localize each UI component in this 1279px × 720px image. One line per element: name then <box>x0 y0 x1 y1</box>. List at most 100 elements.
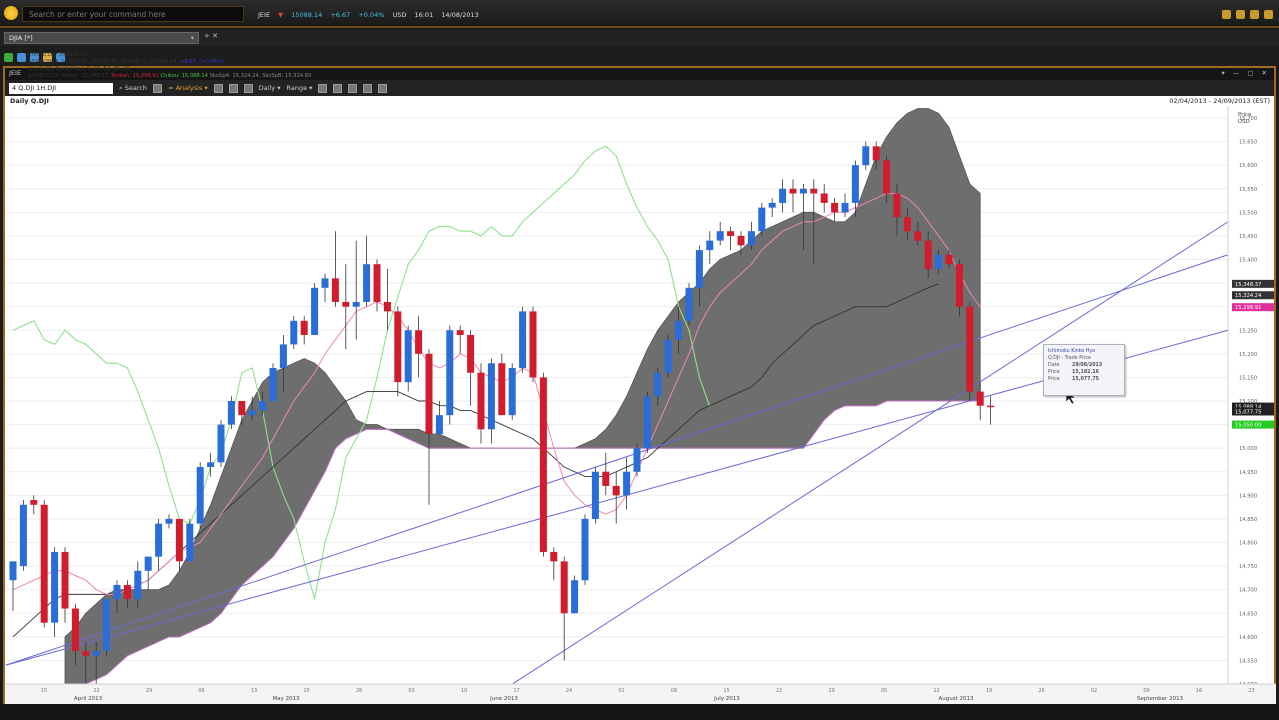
day-tick-label: 06 <box>198 688 204 694</box>
day-tick-label: 16 <box>1196 688 1202 694</box>
candle-body <box>165 518 173 524</box>
candle-body <box>259 401 267 411</box>
candle-body <box>342 301 350 307</box>
tooltip-row: Price 15,077.75 <box>1048 376 1120 383</box>
candle-body <box>623 471 631 496</box>
tooltip-key: Price <box>1048 370 1060 375</box>
candle-body <box>248 410 256 416</box>
candle-body <box>914 231 922 241</box>
price-tick-label: 15,600 <box>1239 163 1257 169</box>
price-tick-label: 14,550 <box>1239 658 1257 664</box>
candle-body <box>134 570 142 600</box>
candle-body <box>82 650 90 656</box>
day-tick-label: 19 <box>986 688 992 694</box>
candle-body <box>924 240 932 269</box>
candle-body <box>383 301 391 312</box>
tooltip-subtitle: Q.DJI - Trade Price <box>1048 356 1091 361</box>
candle-body <box>633 448 641 472</box>
tooltip-value: 15,182.16 <box>1072 370 1100 375</box>
candle-body <box>103 599 111 651</box>
month-label: July 2013 <box>713 696 740 702</box>
price-tag-label: 15,348.37 <box>1235 282 1261 288</box>
candle-body <box>903 217 911 232</box>
price-tick-label: 14,650 <box>1239 611 1257 617</box>
price-tag-label: 15,324.24 <box>1235 293 1262 299</box>
price-tick-label: 15,400 <box>1239 258 1257 264</box>
tooltip-value: 28/08/2013 <box>1072 363 1103 368</box>
month-label: May 2013 <box>272 696 300 702</box>
tooltip-row: Date 28/08/2013 <box>1048 362 1120 369</box>
candle-body <box>550 551 558 562</box>
candle-body <box>321 278 329 288</box>
candle-body <box>92 650 100 656</box>
day-tick-label: 08 <box>671 688 677 694</box>
price-tick-label: 15,450 <box>1239 234 1257 240</box>
day-tick-label: 29 <box>146 688 152 694</box>
day-tick-label: 28 <box>356 688 362 694</box>
day-tick-label: 17 <box>513 688 519 694</box>
candle-body <box>487 363 495 430</box>
candle-body <box>363 264 371 302</box>
month-label: April 2013 <box>74 696 103 702</box>
candle-body <box>643 396 651 449</box>
day-tick-label: 26 <box>1038 688 1044 694</box>
candle-body <box>456 330 464 335</box>
day-tick-label: 15 <box>723 688 729 694</box>
day-tick-label: 12 <box>933 688 939 694</box>
month-label: August 2013 <box>939 696 974 702</box>
candle-body <box>300 320 308 335</box>
candle-body <box>758 207 766 232</box>
price-tick-label: 14,850 <box>1239 517 1257 523</box>
price-tick-label: 14,700 <box>1239 588 1257 594</box>
candle-body <box>186 523 194 562</box>
price-tick-label: 15,500 <box>1239 210 1257 216</box>
day-tick-label: 03 <box>408 688 414 694</box>
price-tick-label: 14,950 <box>1239 470 1257 476</box>
candle-body <box>425 353 433 435</box>
day-tick-label: 22 <box>776 688 782 694</box>
candle-body <box>685 287 693 321</box>
candle-body <box>61 551 69 609</box>
day-tick-label: 24 <box>566 688 572 694</box>
price-tick-label: 14,900 <box>1239 493 1257 499</box>
candle-body <box>196 467 204 524</box>
candle-body <box>581 518 589 581</box>
candle-body <box>529 311 537 378</box>
day-tick-label: 23 <box>1248 688 1254 694</box>
candle-body <box>477 372 485 430</box>
candle-body <box>612 485 620 496</box>
candle-body <box>789 188 797 194</box>
candle-body <box>123 584 131 600</box>
candle-body <box>373 264 381 302</box>
candle-body <box>30 500 38 505</box>
candle-body <box>851 165 859 203</box>
day-tick-label: 01 <box>618 688 624 694</box>
day-tick-label: 05 <box>881 688 887 694</box>
candle-body <box>779 188 787 203</box>
day-tick-label: 10 <box>461 688 467 694</box>
candle-body <box>987 405 995 408</box>
price-tick-label: 15,250 <box>1239 328 1257 334</box>
tooltip-key: Price <box>1048 377 1060 382</box>
candle-body <box>841 202 849 213</box>
price-tag-label: 15,050.00 <box>1235 423 1261 429</box>
day-tick-label: 13 <box>251 688 257 694</box>
price-tick-label: 14,600 <box>1239 635 1257 641</box>
candle-body <box>727 231 735 236</box>
candle-body <box>654 372 662 397</box>
candle-body <box>51 551 59 623</box>
candle-body <box>737 235 745 246</box>
candle-body <box>331 278 339 302</box>
candle-body <box>831 202 839 213</box>
status-strip <box>0 704 1279 720</box>
candle-body <box>352 301 360 307</box>
day-tick-label: 29 <box>828 688 834 694</box>
candle-body <box>602 471 610 486</box>
price-tick-label: 15,700 <box>1239 116 1257 122</box>
candle-body <box>155 523 163 557</box>
candle-body <box>664 339 672 373</box>
tooltip-value: 15,077.75 <box>1072 377 1100 382</box>
candle-body <box>394 311 402 383</box>
candle-body <box>217 424 225 463</box>
price-tick-label: 15,200 <box>1239 352 1257 358</box>
